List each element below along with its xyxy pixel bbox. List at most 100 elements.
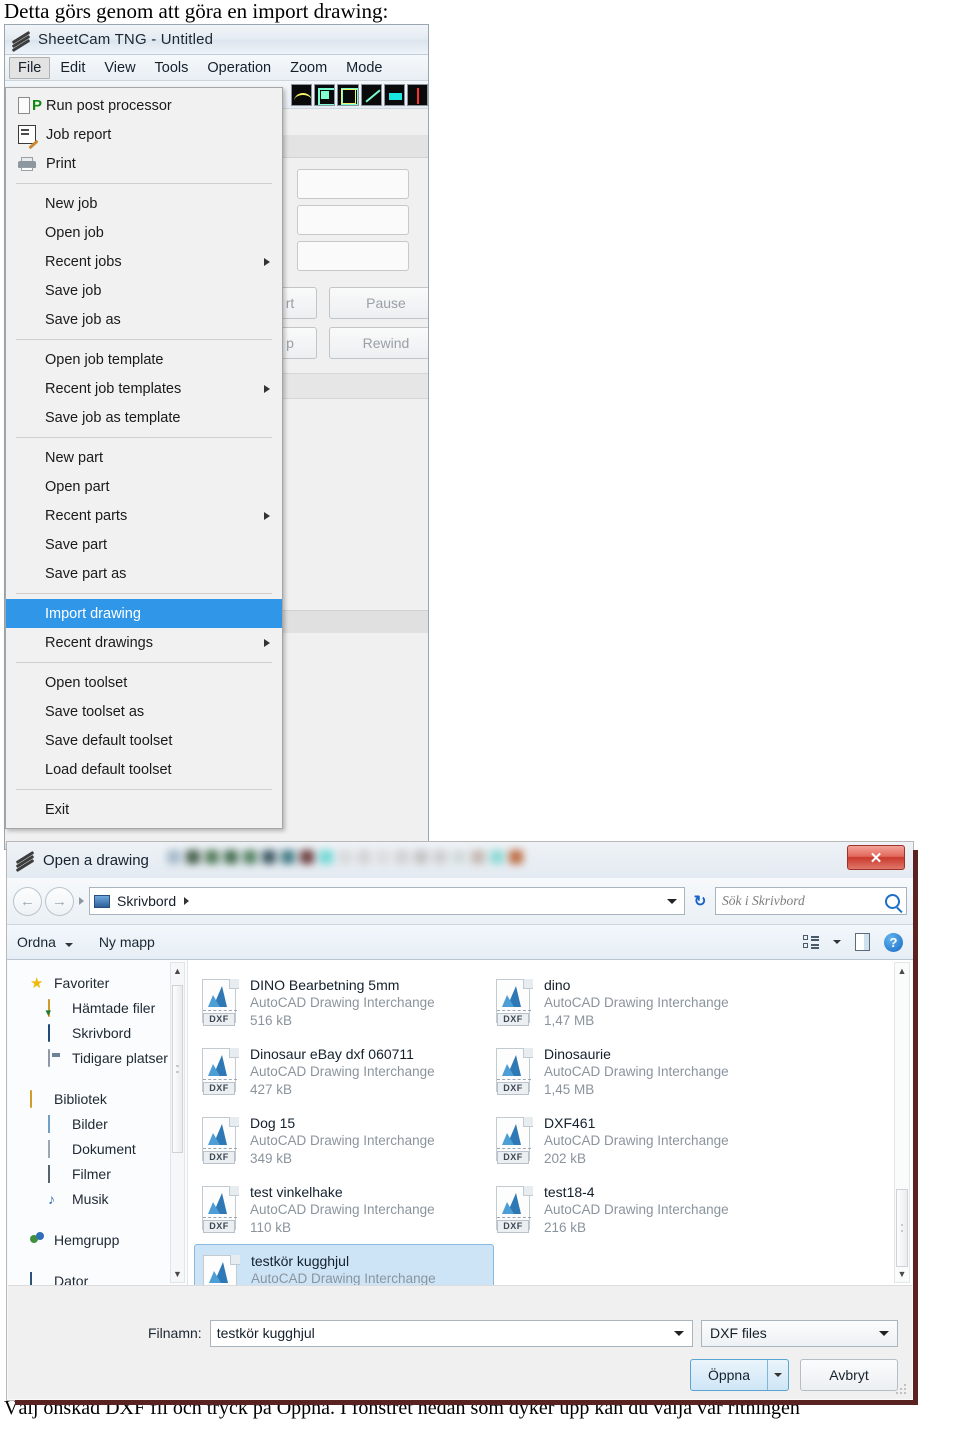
file-item[interactable]: DXF Dinosaur eBay dxf 060711 AutoCAD Dra… xyxy=(194,1037,494,1106)
file-menu-item-run-post-processor[interactable]: P Run post processor xyxy=(6,91,282,120)
file-item[interactable]: DXF Dog 15 AutoCAD Drawing Interchange 3… xyxy=(194,1106,494,1175)
sidebar-item-hamtade-filer[interactable]: ▾ Hämtade filer xyxy=(8,995,187,1020)
menu-mode[interactable]: Mode xyxy=(337,57,391,79)
sidebar-item-favoriter[interactable]: ★ Favoriter xyxy=(8,970,187,995)
file-menu-item-recent-job-templates[interactable]: Recent job templates xyxy=(6,374,282,403)
sidebar-scrollbar[interactable]: ▲ ▼ xyxy=(170,962,185,1283)
file-menu-item-new-part[interactable]: New part xyxy=(6,443,282,472)
forward-button[interactable]: → xyxy=(45,886,74,916)
file-item[interactable]: DXF dino AutoCAD Drawing Interchange 1,4… xyxy=(488,968,788,1037)
filename-input[interactable]: testkör kugghjul xyxy=(209,1319,693,1347)
file-menu-item-load-default-toolset[interactable]: Load default toolset xyxy=(6,755,282,784)
sidebar-item-dokument[interactable]: Dokument xyxy=(8,1136,187,1161)
sidebar-item-skrivbord[interactable]: Skrivbord xyxy=(8,1020,187,1045)
sidebar-item-bibliotek[interactable]: Bibliotek xyxy=(8,1086,187,1111)
file-menu-item-save-job[interactable]: Save job xyxy=(6,276,282,305)
resize-grip-icon[interactable] xyxy=(896,1384,908,1396)
file-item-selected[interactable]: DXF testkör kugghjul AutoCAD Drawing Int… xyxy=(194,1244,494,1285)
file-list-scrollbar[interactable]: ▲ ▼ xyxy=(894,962,910,1283)
file-menu-item-save-job-as-template[interactable]: Save job as template xyxy=(6,403,282,432)
file-menu-item-save-job-as[interactable]: Save job as xyxy=(6,305,282,334)
file-menu-item-job-report[interactable]: Job report xyxy=(6,120,282,149)
toolbar-marker-icon[interactable] xyxy=(406,83,428,106)
menu-edit[interactable]: Edit xyxy=(51,57,94,79)
scroll-down-arrow-icon[interactable]: ▼ xyxy=(171,1267,184,1281)
file-menu-item-print[interactable]: Print xyxy=(6,149,282,178)
new-folder-button[interactable]: Ny mapp xyxy=(99,934,155,950)
history-dropdown-icon[interactable] xyxy=(79,897,84,905)
sheetcam-rewind-button[interactable]: Rewind xyxy=(329,327,428,359)
file-menu-item-save-default-toolset[interactable]: Save default toolset xyxy=(6,726,282,755)
address-bar[interactable]: Skrivbord xyxy=(89,887,685,915)
file-menu-item-new-job[interactable]: New job xyxy=(6,189,282,218)
sidebar-item-bilder[interactable]: Bilder xyxy=(8,1111,187,1136)
file-menu-item-recent-drawings[interactable]: Recent drawings xyxy=(6,628,282,657)
sheetcam-pause-button[interactable]: Pause xyxy=(329,287,428,319)
chevron-down-icon[interactable] xyxy=(674,1330,684,1336)
sidebar-item-hemgrupp[interactable]: Hemgrupp xyxy=(8,1227,187,1252)
view-mode-dropdown-icon[interactable] xyxy=(833,940,841,944)
file-menu-item-save-part-as[interactable]: Save part as xyxy=(6,559,282,588)
help-icon[interactable]: ? xyxy=(884,932,903,952)
sheetcam-field-2[interactable] xyxy=(297,205,409,235)
dialog-close-button[interactable]: ✕ xyxy=(847,845,905,870)
open-button[interactable]: Öppna xyxy=(689,1359,789,1391)
menu-view[interactable]: View xyxy=(95,57,144,79)
file-menu-popup[interactable]: P Run post processor Job report Print Ne… xyxy=(5,87,283,829)
file-column-right: DXF dino AutoCAD Drawing Interchange 1,4… xyxy=(488,968,788,1244)
menu-tools[interactable]: Tools xyxy=(146,57,198,79)
sidebar-item-musik[interactable]: ♪ Musik xyxy=(8,1186,187,1211)
file-item[interactable]: DXF test vinkelhake AutoCAD Drawing Inte… xyxy=(194,1175,494,1244)
open-button-dropdown[interactable] xyxy=(767,1360,788,1390)
file-menu-item-recent-jobs[interactable]: Recent jobs xyxy=(6,247,282,276)
chevron-down-icon[interactable] xyxy=(879,1330,889,1336)
file-item[interactable]: DXF Dinosaurie AutoCAD Drawing Interchan… xyxy=(488,1037,788,1106)
toolbar-waveform-icon[interactable] xyxy=(291,83,313,106)
scroll-up-arrow-icon[interactable]: ▲ xyxy=(171,964,184,978)
file-menu-item-open-toolset[interactable]: Open toolset xyxy=(6,668,282,697)
sidebar-item-filmer[interactable]: Filmer xyxy=(8,1161,187,1186)
menu-file[interactable]: File xyxy=(9,56,51,79)
back-button[interactable]: ← xyxy=(13,886,42,916)
toolbar-plate-icon[interactable] xyxy=(383,83,405,106)
refresh-icon[interactable]: ↻ xyxy=(688,892,712,910)
toolbar-zoom-window-icon[interactable] xyxy=(337,83,359,106)
sidebar-item-tidigare-platser[interactable]: Tidigare platser xyxy=(8,1045,187,1070)
file-menu-item-save-part[interactable]: Save part xyxy=(6,530,282,559)
sidebar-item-dator[interactable]: Dator xyxy=(8,1268,187,1285)
cancel-button[interactable]: Avbryt xyxy=(800,1359,898,1391)
breadcrumb-skrivbord[interactable]: Skrivbord xyxy=(117,893,176,909)
submenu-arrow-icon xyxy=(264,638,270,647)
file-menu-item-open-job[interactable]: Open job xyxy=(6,218,282,247)
file-menu-item-import-drawing[interactable]: Import drawing xyxy=(6,599,282,628)
search-input[interactable]: Sök i Skrivbord xyxy=(715,887,907,915)
file-menu-item-exit[interactable]: Exit xyxy=(6,795,282,824)
scroll-up-arrow-icon[interactable]: ▲ xyxy=(895,964,909,978)
address-dropdown-icon[interactable] xyxy=(667,898,677,904)
toolbar-zoom-extents-icon[interactable] xyxy=(314,83,336,106)
file-menu-item-open-job-template[interactable]: Open job template xyxy=(6,345,282,374)
toolbar-measure-icon[interactable] xyxy=(360,83,382,106)
filetype-select[interactable]: DXF files xyxy=(701,1319,898,1347)
file-item[interactable]: DXF DINO Bearbetning 5mm AutoCAD Drawing… xyxy=(194,968,494,1037)
scrollbar-thumb[interactable] xyxy=(172,985,183,1153)
sheetcam-field-3[interactable] xyxy=(297,241,409,271)
menu-zoom[interactable]: Zoom xyxy=(281,57,336,79)
sheetcam-field-1[interactable] xyxy=(297,169,409,199)
file-menu-item-save-toolset-as[interactable]: Save toolset as xyxy=(6,697,282,726)
scrollbar-thumb[interactable] xyxy=(896,1189,908,1267)
view-mode-icon[interactable] xyxy=(803,935,819,949)
file-item[interactable]: DXF DXF461 AutoCAD Drawing Interchange 2… xyxy=(488,1106,788,1175)
scroll-down-arrow-icon[interactable]: ▼ xyxy=(895,1267,909,1281)
organize-button[interactable]: Ordna xyxy=(17,934,73,950)
file-menu-item-open-part[interactable]: Open part xyxy=(6,472,282,501)
file-menu-label: Recent jobs xyxy=(45,253,122,270)
sidebar-item-label: Bibliotek xyxy=(54,1090,107,1107)
file-type: AutoCAD Drawing Interchange xyxy=(250,994,435,1010)
file-item[interactable]: DXF test18-4 AutoCAD Drawing Interchange… xyxy=(488,1175,788,1244)
file-menu-item-recent-parts[interactable]: Recent parts xyxy=(6,501,282,530)
preview-pane-icon[interactable] xyxy=(855,933,870,951)
breadcrumb-chevron-icon[interactable] xyxy=(184,897,190,905)
sheetcam-menu-bar: File Edit View Tools Operation Zoom Mode xyxy=(5,55,428,81)
menu-operation[interactable]: Operation xyxy=(198,57,280,79)
